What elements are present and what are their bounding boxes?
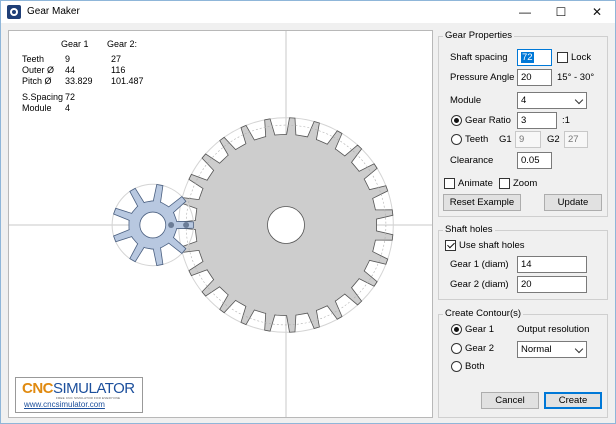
clearance-input[interactable]: 0.05 bbox=[517, 152, 552, 169]
pressure-angle-label: Pressure Angle bbox=[450, 72, 515, 83]
create-contours-title: Create Contour(s) bbox=[443, 308, 524, 319]
contour-gear2-radio[interactable] bbox=[451, 343, 462, 354]
use-shaft-holes-checkbox[interactable] bbox=[445, 240, 456, 251]
info-teeth-g2: 27 bbox=[111, 54, 122, 64]
g2-label: G2 bbox=[547, 134, 560, 145]
logo-cnc: CNC bbox=[22, 380, 54, 397]
g1-label: G1 bbox=[499, 134, 512, 145]
logo-url-link[interactable]: www.cncsimulator.com bbox=[24, 400, 105, 409]
info-outer-g2: 116 bbox=[111, 65, 126, 75]
info-header-gear1: Gear 1 bbox=[61, 39, 89, 49]
minimize-button[interactable]: — bbox=[507, 1, 543, 23]
contour-gear2-label: Gear 2 bbox=[465, 343, 495, 354]
gear1-shaft-hole bbox=[139, 211, 167, 239]
info-spacing-value: 72 bbox=[65, 92, 76, 102]
gear-drawing bbox=[9, 31, 432, 417]
gear1-marker-dot bbox=[168, 222, 175, 228]
gear-properties-title: Gear Properties bbox=[443, 30, 515, 41]
gear-maker-window: Gear Maker — ☐ ✕ Gear 1 Gear 2: Teeth 9 … bbox=[0, 0, 616, 424]
info-module-value: 4 bbox=[65, 103, 71, 113]
info-teeth-g1: 9 bbox=[65, 54, 71, 64]
info-outer-label: Outer Ø bbox=[22, 65, 55, 75]
gear-ratio-radio[interactable] bbox=[451, 115, 462, 126]
zoom-label: Zoom bbox=[513, 178, 538, 189]
contour-both-label: Both bbox=[465, 361, 485, 372]
info-module-label: Module bbox=[22, 103, 52, 113]
shaft-spacing-input[interactable]: 72 bbox=[517, 49, 552, 66]
gear2-diam-label: Gear 2 (diam) bbox=[450, 279, 509, 290]
contour-gear1-label: Gear 1 bbox=[465, 324, 495, 335]
pressure-angle-input[interactable]: 20 bbox=[517, 69, 552, 86]
info-teeth-label: Teeth bbox=[22, 54, 45, 64]
info-spacing-label: S.Spacing bbox=[22, 92, 64, 102]
gear-ratio-input[interactable]: 3 bbox=[517, 112, 557, 129]
lock-label: Lock bbox=[571, 52, 592, 63]
clearance-label: Clearance bbox=[450, 155, 494, 166]
contour-both-radio[interactable] bbox=[451, 361, 462, 372]
window-title: Gear Maker bbox=[27, 6, 80, 17]
reset-example-button[interactable]: Reset Example bbox=[443, 194, 521, 211]
teeth-label: Teeth bbox=[465, 134, 489, 145]
info-pitch-g1: 33.829 bbox=[65, 76, 93, 86]
shaft-spacing-value: 72 bbox=[521, 52, 534, 63]
animate-checkbox[interactable] bbox=[444, 178, 455, 189]
gear-preview-canvas[interactable]: Gear 1 Gear 2: Teeth 9 27 Outer Ø 44 116… bbox=[8, 30, 433, 418]
update-button[interactable]: Update bbox=[544, 194, 602, 211]
shaft-holes-title: Shaft holes bbox=[443, 224, 495, 235]
info-header-gear2: Gear 2: bbox=[107, 39, 138, 49]
pressure-angle-range: 15° - 30° bbox=[557, 72, 595, 83]
output-resolution-label: Output resolution bbox=[517, 324, 590, 335]
output-resolution-dropdown[interactable]: Normal bbox=[517, 341, 587, 358]
teeth-radio[interactable] bbox=[451, 134, 462, 145]
gear-ratio-suffix: :1 bbox=[562, 115, 570, 126]
info-outer-g1: 44 bbox=[65, 65, 76, 75]
animate-label: Animate bbox=[458, 178, 493, 189]
g1-teeth-input[interactable]: 9 bbox=[515, 131, 541, 148]
title-bar: Gear Maker — ☐ ✕ bbox=[1, 1, 615, 23]
module-label: Module bbox=[450, 95, 482, 106]
logo-simulator: SIMULATOR bbox=[53, 380, 135, 397]
module-dropdown[interactable]: 4 bbox=[517, 92, 587, 109]
output-resolution-value: Normal bbox=[521, 344, 552, 355]
maximize-button[interactable]: ☐ bbox=[543, 1, 579, 23]
gear2-diam-input[interactable]: 20 bbox=[517, 276, 587, 293]
info-pitch-g2: 101.487 bbox=[111, 76, 144, 86]
chevron-down-icon bbox=[574, 344, 584, 354]
use-shaft-holes-label: Use shaft holes bbox=[459, 240, 525, 251]
close-button[interactable]: ✕ bbox=[579, 1, 615, 23]
info-pitch-label: Pitch Ø bbox=[22, 76, 52, 86]
pitch-contact-dot bbox=[183, 222, 190, 228]
contour-gear1-radio[interactable] bbox=[451, 324, 462, 335]
cncsimulator-logo: CNCSIMULATOR FREE CNC SIMULATOR FOR EVER… bbox=[15, 377, 143, 413]
module-dropdown-value: 4 bbox=[521, 95, 527, 106]
zoom-checkbox[interactable] bbox=[499, 178, 510, 189]
app-gear-icon bbox=[7, 5, 21, 19]
chevron-down-icon bbox=[574, 95, 584, 105]
shaft-spacing-label: Shaft spacing bbox=[450, 52, 508, 63]
logo-brand: CNCSIMULATOR bbox=[22, 380, 135, 397]
g2-teeth-input[interactable]: 27 bbox=[564, 131, 588, 148]
gear-ratio-label: Gear Ratio bbox=[465, 115, 511, 126]
cancel-button[interactable]: Cancel bbox=[481, 392, 539, 409]
gear1-diam-input[interactable]: 14 bbox=[517, 256, 587, 273]
lock-checkbox[interactable] bbox=[557, 52, 568, 63]
gear1-diam-label: Gear 1 (diam) bbox=[450, 259, 509, 270]
gear2-shaft-hole bbox=[267, 206, 305, 244]
create-button[interactable]: Create bbox=[544, 392, 602, 409]
